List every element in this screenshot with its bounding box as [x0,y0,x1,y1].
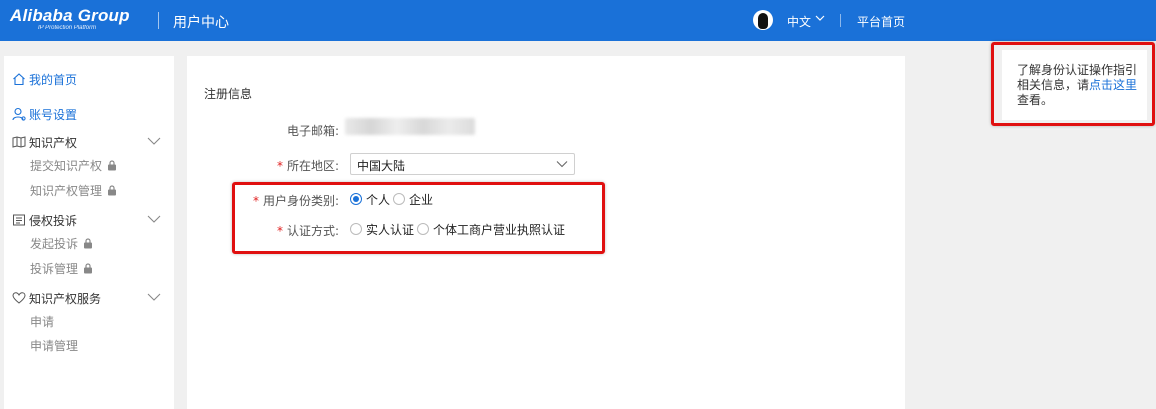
chevron-down-icon[interactable] [147,292,161,302]
lock-icon [84,238,93,249]
chevron-down-icon[interactable] [147,214,161,224]
sidebar-subitem-complaint-manage[interactable]: 投诉管理 [30,260,93,278]
logo-text: Alibaba Group [10,6,130,25]
avatar[interactable] [753,10,773,30]
sidebar-subitem-apply-manage[interactable]: 申请管理 [30,337,78,355]
home-icon [13,73,25,86]
top-header: Alibaba Group IP Protection Platform 用户中… [0,0,1156,41]
sidebar-subitem-label: 申请 [30,315,55,329]
sidebar-item-label: 知识产权服务 [29,292,102,306]
region-label: * 所在地区: [277,159,340,173]
header-divider [158,12,159,29]
sidebar-item-ip-services[interactable]: 知识产权服务 [4,288,174,308]
sidebar-subitem-label: 提交知识产权 [30,159,103,173]
sidebar-item-ip[interactable]: 知识产权 [4,132,174,152]
book-icon [12,136,26,148]
sidebar-subitem-label: 投诉管理 [30,262,79,276]
chevron-down-icon [556,161,568,168]
sidebar-subitem-ip-manage[interactable]: 知识产权管理 [30,182,117,200]
sidebar-subitem-submit-ip[interactable]: 提交知识产权 [30,157,117,175]
lock-icon [108,185,117,196]
sidebar-subitem-label: 申请管理 [30,339,79,353]
annotation-frame [991,42,1155,126]
lock-icon [108,160,117,171]
sidebar-subitem-apply[interactable]: 申请 [30,313,54,331]
region-select-value: 中国大陆 [357,159,406,173]
email-value-blurred [345,118,475,135]
logo-subtitle: IP Protection Platform [38,25,97,31]
user-icon [12,107,26,121]
email-label: 电子邮箱: [287,124,340,138]
sidebar-subitem-label: 知识产权管理 [30,184,103,198]
sidebar-item-complaint[interactable]: 侵权投诉 [4,210,174,230]
sidebar-item-label: 知识产权 [29,136,78,150]
sidebar-item-label: 侵权投诉 [29,214,78,228]
sidebar: 我的首页 账号设置 知识产权 提交知识产权 知识产权管理 侵权投诉 发起投诉 投… [4,56,174,409]
report-icon [13,214,25,226]
platform-home-link[interactable]: 平台首页 [857,13,905,30]
header-divider [840,14,841,27]
region-select[interactable]: 中国大陆 [350,153,575,175]
annotation-frame [232,182,605,254]
sidebar-item-label: 账号设置 [29,108,78,122]
sidebar-subitem-label: 发起投诉 [30,237,79,251]
sidebar-item-home[interactable]: 我的首页 [4,69,174,89]
required-marker: * [277,159,283,173]
sidebar-item-account[interactable]: 账号设置 [4,104,174,124]
page-title: 用户中心 [173,15,229,31]
heart-icon [12,292,26,304]
section-title: 注册信息 [204,87,253,101]
language-selector[interactable]: 中文 [787,13,811,30]
chevron-down-icon[interactable] [815,13,825,23]
alibaba-logo[interactable]: Alibaba Group IP Protection Platform [10,6,145,34]
sidebar-subitem-file-complaint[interactable]: 发起投诉 [30,235,93,253]
lock-icon [84,263,93,274]
sidebar-item-label: 我的首页 [29,73,78,87]
chevron-down-icon[interactable] [147,136,161,146]
